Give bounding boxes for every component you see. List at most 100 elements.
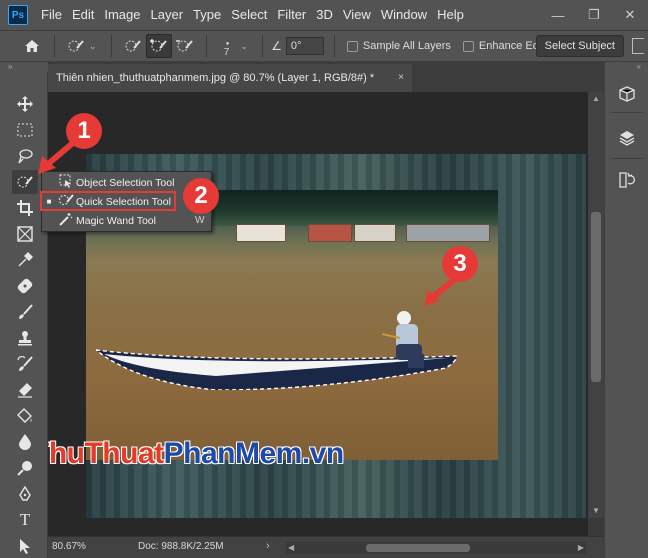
quick-selection-highlight (40, 191, 176, 211)
marquee-icon (17, 123, 33, 137)
scroll-corner (588, 518, 604, 536)
3d-icon (619, 86, 635, 102)
enhance-edge-checkbox[interactable] (462, 40, 474, 52)
select-subject-button[interactable]: Select Subject (535, 35, 624, 57)
paint-bucket-tool[interactable] (12, 404, 38, 428)
object-selection-icon (56, 174, 76, 191)
add-to-selection-icon (149, 39, 167, 52)
close-icon: ✕ (624, 7, 636, 22)
fisherman (382, 311, 424, 368)
flyout-label: Magic Wand Tool (76, 214, 156, 227)
quick-selection-icon (17, 176, 33, 188)
subtract-from-selection-icon (175, 40, 193, 52)
menu-view[interactable]: View (338, 0, 376, 30)
clone-stamp-icon (18, 331, 32, 346)
history-panel-button[interactable] (614, 168, 640, 192)
menu-type[interactable]: Type (188, 0, 226, 30)
history-icon (619, 172, 635, 188)
watermark-part3: .vn (301, 437, 344, 470)
frame-tool[interactable] (12, 222, 38, 246)
menu-filter[interactable]: Filter (272, 0, 311, 30)
toolbar-collapse[interactable]: » (0, 62, 48, 72)
chevron-down-icon[interactable]: ⌄ (89, 41, 97, 52)
history-brush-icon (17, 356, 33, 371)
options-bar: ⌄ ● 7 ⌄ ∠ 0° Sample All Layers Enhance E… (0, 30, 648, 62)
status-menu-icon[interactable]: › (266, 540, 270, 552)
document-title: Thiên nhien_thuthuatphanmem.jpg @ 80.7% … (56, 72, 375, 84)
home-button[interactable] (18, 33, 46, 59)
eyedropper-icon (18, 252, 33, 267)
quick-selection-icon (68, 40, 84, 52)
blur-tool[interactable] (12, 430, 38, 454)
menu-edit[interactable]: Edit (67, 0, 99, 30)
healing-brush-tool[interactable] (12, 274, 38, 298)
menu-select[interactable]: Select (226, 0, 272, 30)
eraser-icon (18, 383, 32, 398)
menu-window[interactable]: Window (376, 0, 432, 30)
sample-all-layers-label: Sample All Layers (362, 40, 451, 52)
maximize-button[interactable]: ❐ (576, 0, 612, 30)
horizontal-scroll-thumb[interactable] (366, 544, 470, 552)
eyedropper-tool[interactable] (12, 248, 38, 272)
close-button[interactable]: ✕ (612, 0, 648, 30)
3d-panel-button[interactable] (614, 82, 640, 106)
marquee-tool[interactable] (12, 118, 38, 142)
frame-icon (17, 226, 33, 242)
chevron-down-icon[interactable]: ⌄ (241, 41, 249, 52)
layers-panel-button[interactable] (614, 126, 640, 150)
brush-size: 7 (223, 46, 230, 58)
pen-tool[interactable] (12, 482, 38, 506)
scroll-left-icon[interactable]: ◀ (288, 543, 294, 552)
menu-image[interactable]: Image (99, 0, 145, 30)
close-tab-icon[interactable]: × (398, 64, 404, 92)
magic-wand-icon (56, 212, 76, 229)
home-icon (25, 40, 39, 52)
select-and-mask-button[interactable] (632, 38, 644, 54)
minimize-button[interactable]: — (540, 0, 576, 30)
scroll-down-icon[interactable]: ▼ (592, 506, 600, 515)
canvas-area[interactable]: ThuThuatPhanMem.vn (48, 92, 588, 518)
status-bar: 80.67% Doc: 988.8K/2.25M › ◀ ▶ (48, 536, 604, 558)
menu-3d[interactable]: 3D (311, 0, 338, 30)
horizontal-scrollbar[interactable]: ◀ ▶ (286, 542, 586, 554)
house (308, 224, 352, 242)
clone-stamp-tool[interactable] (12, 326, 38, 350)
menu-help[interactable]: Help (432, 0, 469, 30)
brush-picker[interactable]: ● 7 (215, 34, 241, 58)
brush-tool[interactable] (12, 300, 38, 324)
vertical-scrollbar[interactable]: ▲ ▼ (588, 92, 604, 518)
history-brush-tool[interactable] (12, 352, 38, 376)
subtract-from-selection-button[interactable] (172, 34, 198, 58)
sample-all-layers-checkbox[interactable] (346, 40, 358, 52)
dodge-tool[interactable] (12, 456, 38, 480)
eraser-tool[interactable] (12, 378, 38, 402)
house (354, 224, 396, 242)
menu-file[interactable]: File (36, 0, 67, 30)
flyout-label: Object Selection Tool (76, 176, 175, 189)
crop-tool[interactable] (12, 196, 38, 220)
menu-layer[interactable]: Layer (146, 0, 189, 30)
vertical-scroll-thumb[interactable] (591, 212, 601, 382)
document-tab[interactable]: Thiên nhien_thuthuatphanmem.jpg @ 80.7% … (48, 64, 412, 92)
watermark-part1: ThuThuat (48, 437, 164, 470)
add-to-selection-button[interactable] (145, 34, 172, 58)
tool-preset-picker[interactable] (63, 34, 89, 58)
move-tool[interactable] (12, 92, 38, 116)
path-selection-tool[interactable] (12, 534, 38, 558)
layers-icon (619, 131, 635, 146)
type-tool[interactable]: T (12, 508, 38, 532)
right-panel-dock: « (604, 62, 648, 558)
menu-bar: Ps File Edit Image Layer Type Select Fil… (0, 0, 648, 30)
watermark-part2: PhanMem (163, 437, 303, 470)
new-selection-button[interactable] (120, 34, 146, 58)
angle-input[interactable]: 0° (285, 37, 324, 55)
step-badge-2: 2 (183, 178, 219, 214)
lasso-icon (18, 149, 33, 164)
photoshop-logo: Ps (8, 5, 28, 25)
zoom-level[interactable]: 80.67% (52, 541, 92, 552)
flyout-item-magic-wand[interactable]: Magic Wand Tool W (42, 211, 211, 230)
scroll-right-icon[interactable]: ▶ (578, 543, 584, 552)
watermark: ThuThuatPhanMem.vn (48, 437, 344, 471)
panel-collapse-icon[interactable]: « (605, 62, 648, 72)
scroll-up-icon[interactable]: ▲ (592, 94, 600, 103)
